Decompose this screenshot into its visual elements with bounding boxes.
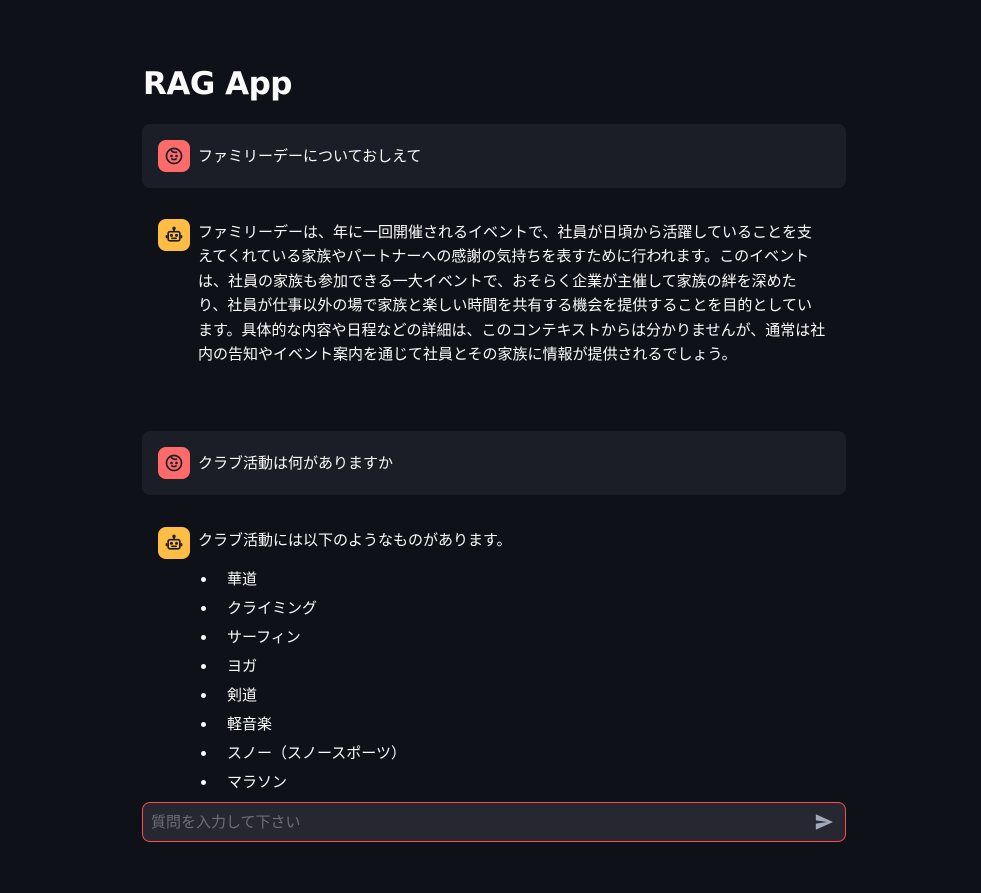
list-item: マラソン bbox=[198, 768, 406, 790]
user-avatar bbox=[158, 140, 190, 172]
chat-message-assistant: ファミリーデーは、年に一回開催されるイベントで、社員が日頃から活躍していることを… bbox=[142, 203, 846, 415]
list-item: クライミング bbox=[198, 594, 406, 623]
user-avatar bbox=[158, 447, 190, 479]
assistant-avatar bbox=[158, 219, 190, 251]
robot-icon bbox=[165, 534, 183, 550]
message-text: クラブ活動には以下のようなものがあります。 bbox=[198, 531, 512, 549]
chat-area[interactable]: RAG App ファミリーデーについておしえて ファミリーデーは、年に一回開催さ… bbox=[142, 0, 846, 790]
list-item: 剣道 bbox=[198, 681, 406, 710]
chat-message-user: ファミリーデーについておしえて bbox=[142, 124, 846, 188]
chat-input-container bbox=[142, 802, 846, 842]
list-item: ヨガ bbox=[198, 652, 406, 681]
user-face-icon bbox=[165, 147, 183, 165]
message-text: クラブ活動は何がありますか bbox=[198, 454, 394, 472]
message-text: ファミリーデーについておしえて bbox=[198, 147, 422, 165]
chat-input[interactable] bbox=[143, 803, 803, 841]
list-item: 軽音楽 bbox=[198, 710, 406, 739]
robot-icon bbox=[165, 226, 183, 242]
club-list: 華道 クライミング サーフィン ヨガ 剣道 軽音楽 スノー（スノースポーツ） マ… bbox=[198, 565, 406, 790]
chat-message-assistant: クラブ活動には以下のようなものがあります。 華道 クライミング サーフィン ヨガ… bbox=[142, 511, 846, 790]
assistant-avatar bbox=[158, 527, 190, 559]
send-icon bbox=[815, 814, 833, 830]
message-text: ファミリーデーは、年に一回開催されるイベントで、社員が日頃から活躍していることを… bbox=[198, 223, 826, 364]
list-item: 華道 bbox=[198, 565, 406, 594]
list-item: スノー（スノースポーツ） bbox=[198, 739, 406, 768]
list-item: サーフィン bbox=[198, 623, 406, 652]
app-page: RAG App ファミリーデーについておしえて ファミリーデーは、年に一回開催さ… bbox=[0, 0, 981, 893]
chat-message-user: クラブ活動は何がありますか bbox=[142, 431, 846, 495]
page-title: RAG App bbox=[143, 66, 292, 102]
user-face-icon bbox=[165, 454, 183, 472]
send-button[interactable] bbox=[809, 808, 839, 836]
